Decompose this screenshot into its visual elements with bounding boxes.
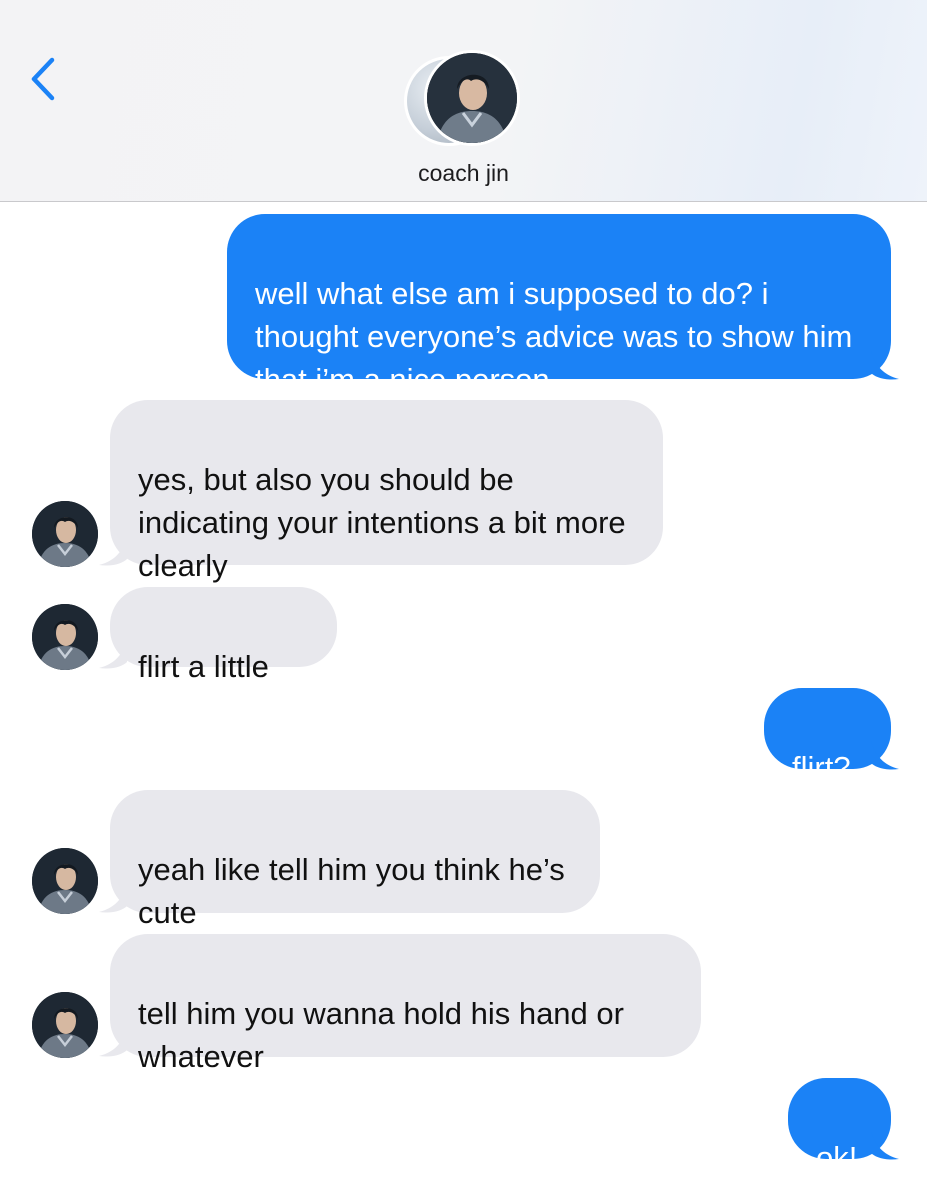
- message-bubble-received[interactable]: yeah like tell him you think he’s cute: [110, 790, 600, 930]
- message-text: ok!: [816, 1140, 858, 1175]
- message-text: yes, but also you should be indicating y…: [138, 462, 626, 583]
- message-bubble-received[interactable]: flirt a little: [110, 587, 337, 684]
- message-bubble-received[interactable]: yes, but also you should be indicating y…: [110, 400, 663, 583]
- message-text: well what else am i supposed to do? i th…: [255, 276, 853, 397]
- message-text: yeah like tell him you think he’s cute: [138, 852, 565, 930]
- message-text: flirt?: [792, 750, 851, 785]
- avatar[interactable]: [32, 992, 98, 1058]
- message-bubble-received[interactable]: tell him you wanna hold his hand or what…: [110, 934, 701, 1074]
- chevron-left-icon: [31, 57, 55, 101]
- avatar[interactable]: [32, 848, 98, 914]
- conversation-header: coach jin: [0, 0, 927, 202]
- contact-name[interactable]: coach jin: [0, 160, 927, 187]
- message-text: flirt a little: [138, 649, 269, 684]
- avatar[interactable]: [32, 501, 98, 567]
- back-button[interactable]: [24, 52, 64, 104]
- avatar[interactable]: [32, 604, 98, 670]
- message-text: tell him you wanna hold his hand or what…: [138, 996, 624, 1074]
- bubble-tail: [871, 741, 899, 770]
- bubble-tail: [871, 351, 899, 380]
- bubble-tail: [871, 1131, 899, 1160]
- contact-avatar-group[interactable]: [404, 50, 522, 146]
- message-bubble-sent[interactable]: well what else am i supposed to do? i th…: [227, 214, 891, 397]
- contact-avatar: [424, 50, 520, 146]
